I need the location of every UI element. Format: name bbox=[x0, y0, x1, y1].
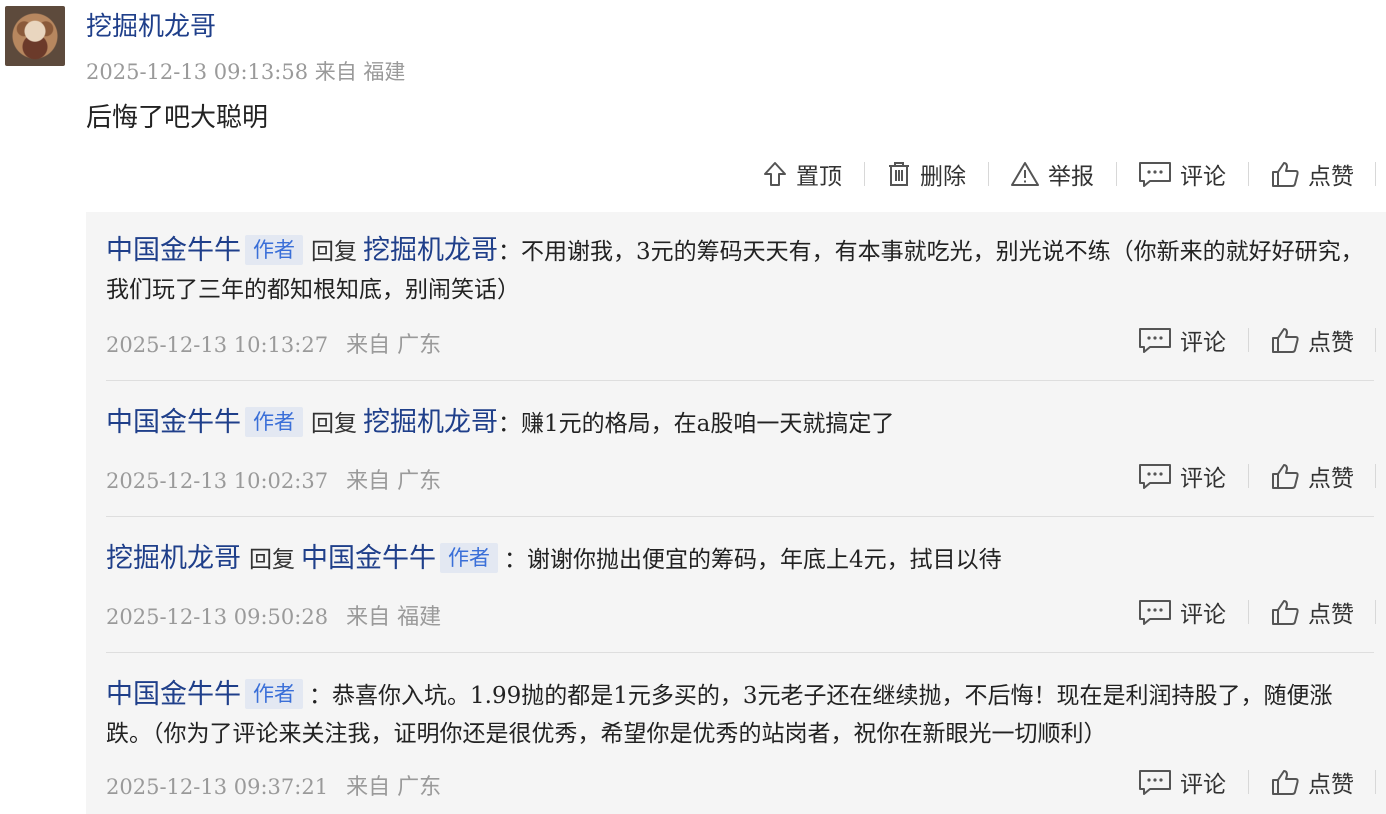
trash-icon bbox=[886, 160, 912, 188]
reply-target-name[interactable]: 挖掘机龙哥 bbox=[363, 235, 498, 266]
pin-label: 置顶 bbox=[796, 164, 842, 190]
pin-button[interactable]: 置顶 bbox=[740, 158, 864, 190]
post-author-name[interactable]: 挖掘机龙哥 bbox=[86, 10, 216, 44]
reply-location: 来自 福建 bbox=[346, 605, 442, 630]
reply-target-name[interactable]: 中国金牛牛 bbox=[301, 543, 436, 574]
reply-like-label: 点赞 bbox=[1308, 466, 1354, 492]
reply-time: 2025-12-13 10:13:27 bbox=[106, 333, 329, 357]
comment-icon bbox=[1138, 768, 1172, 796]
reply-comment-button[interactable]: 评论 bbox=[1116, 460, 1248, 492]
reply-user-name[interactable]: 中国金牛牛 bbox=[106, 679, 241, 710]
comment-button[interactable]: 评论 bbox=[1116, 158, 1248, 190]
thumbs-up-icon bbox=[1270, 598, 1300, 626]
thumbs-up-icon bbox=[1270, 462, 1300, 490]
author-badge: 作者 bbox=[245, 679, 303, 709]
reply-item: 中国金牛牛 作者 回复 挖掘机龙哥：赚1元的格局，在a股咱一天就搞定了 bbox=[106, 404, 1374, 443]
thumbs-up-icon bbox=[1270, 160, 1300, 188]
reply-target-name[interactable]: 挖掘机龙哥 bbox=[363, 407, 498, 438]
author-badge: 作者 bbox=[440, 543, 498, 573]
author-badge: 作者 bbox=[245, 407, 303, 437]
reply-comment-label: 评论 bbox=[1180, 602, 1226, 628]
comment-icon bbox=[1138, 598, 1172, 626]
delete-button[interactable]: 删除 bbox=[864, 158, 988, 190]
thumbs-up-icon bbox=[1270, 768, 1300, 796]
reply-location: 来自 广东 bbox=[346, 333, 442, 358]
reply-text-line: 中国金牛牛 作者 回复 挖掘机龙哥：赚1元的格局，在a股咱一天就搞定了 bbox=[106, 404, 1374, 443]
like-button[interactable]: 点赞 bbox=[1248, 158, 1376, 190]
reply-user-name[interactable]: 中国金牛牛 bbox=[106, 407, 241, 438]
reply-like-button[interactable]: 点赞 bbox=[1248, 766, 1376, 798]
comment-icon bbox=[1138, 462, 1172, 490]
reply-location: 来自 广东 bbox=[346, 469, 442, 494]
reply-actions: 评论 点赞 bbox=[1116, 460, 1376, 492]
reply-actions: 评论 点赞 bbox=[1116, 324, 1376, 356]
reply-meta: 2025-12-13 09:37:21 来自 广东 bbox=[106, 769, 441, 801]
reply-text-line: 挖掘机龙哥 回复 中国金牛牛 作者 ：谢谢你抛出便宜的筹码，年底上4元，拭目以待 bbox=[106, 540, 1374, 579]
reply-item: 中国金牛牛 作者 ：恭喜你入坑。1.99抛的都是1元多买的，3元老子还在继续抛，不后… bbox=[106, 676, 1374, 753]
reply-location: 来自 广东 bbox=[346, 775, 442, 800]
reply-time: 2025-12-13 09:37:21 bbox=[106, 775, 329, 799]
comment-icon bbox=[1138, 160, 1172, 188]
reply-like-button[interactable]: 点赞 bbox=[1248, 324, 1376, 356]
reply-comment-label: 评论 bbox=[1180, 466, 1226, 492]
reply-user-name[interactable]: 中国金牛牛 bbox=[106, 235, 241, 266]
reply-comment-label: 评论 bbox=[1180, 330, 1226, 356]
thumbs-up-icon bbox=[1270, 326, 1300, 354]
reply-meta: 2025-12-13 10:13:27 来自 广东 bbox=[106, 327, 441, 359]
post-content: 后悔了吧大聪明 bbox=[86, 103, 269, 133]
reply-content: ：谢谢你抛出便宜的筹码，年底上4元，拭目以待 bbox=[504, 547, 1002, 573]
divider bbox=[106, 652, 1374, 653]
reply-like-label: 点赞 bbox=[1308, 772, 1354, 798]
warning-icon bbox=[1010, 160, 1040, 188]
reply-meta: 2025-12-13 09:50:28 来自 福建 bbox=[106, 599, 441, 631]
reply-comment-label: 评论 bbox=[1180, 772, 1226, 798]
avatar[interactable] bbox=[5, 6, 65, 66]
reply-content: ：赚1元的格局，在a股咱一天就搞定了 bbox=[498, 411, 895, 437]
reply-verb: 回复 bbox=[249, 547, 295, 573]
divider bbox=[106, 380, 1374, 381]
reply-item: 中国金牛牛 作者 回复 挖掘机龙哥：不用谢我，3元的筹码天天有，有本事就吃光，别光说不… bbox=[106, 232, 1374, 309]
comment-icon bbox=[1138, 326, 1172, 354]
reply-time: 2025-12-13 09:50:28 bbox=[106, 605, 329, 629]
reply-verb: 回复 bbox=[311, 239, 357, 265]
report-button[interactable]: 举报 bbox=[988, 158, 1116, 190]
reply-like-button[interactable]: 点赞 bbox=[1248, 460, 1376, 492]
post-actions: 置顶 删除 举报 评论 点赞 bbox=[740, 156, 1376, 192]
reply-like-label: 点赞 bbox=[1308, 602, 1354, 628]
reply-verb: 回复 bbox=[311, 411, 357, 437]
reply-user-name[interactable]: 挖掘机龙哥 bbox=[106, 543, 241, 574]
reply-comment-button[interactable]: 评论 bbox=[1116, 596, 1248, 628]
replies-panel: 中国金牛牛 作者 回复 挖掘机龙哥：不用谢我，3元的筹码天天有，有本事就吃光，别光说不… bbox=[86, 212, 1386, 814]
reply-time: 2025-12-13 10:02:37 bbox=[106, 469, 329, 493]
like-label: 点赞 bbox=[1308, 164, 1354, 190]
reply-actions: 评论 点赞 bbox=[1116, 596, 1376, 628]
delete-label: 删除 bbox=[920, 164, 966, 190]
reply-text-line: 中国金牛牛 作者 ：恭喜你入坑。1.99抛的都是1元多买的，3元老子还在继续抛，不后… bbox=[106, 676, 1374, 753]
author-badge: 作者 bbox=[245, 235, 303, 265]
reply-text-line: 中国金牛牛 作者 回复 挖掘机龙哥：不用谢我，3元的筹码天天有，有本事就吃光，别光说不… bbox=[106, 232, 1374, 309]
reply-like-button[interactable]: 点赞 bbox=[1248, 596, 1376, 628]
reply-like-label: 点赞 bbox=[1308, 330, 1354, 356]
report-label: 举报 bbox=[1048, 164, 1094, 190]
reply-comment-button[interactable]: 评论 bbox=[1116, 766, 1248, 798]
post-meta: 2025-12-13 09:13:58 来自 福建 bbox=[86, 60, 406, 84]
reply-actions: 评论 点赞 bbox=[1116, 766, 1376, 798]
reply-item: 挖掘机龙哥 回复 中国金牛牛 作者 ：谢谢你抛出便宜的筹码，年底上4元，拭目以待 bbox=[106, 540, 1374, 579]
reply-meta: 2025-12-13 10:02:37 来自 广东 bbox=[106, 463, 441, 495]
divider bbox=[106, 516, 1374, 517]
pin-top-icon bbox=[762, 160, 788, 188]
comment-label: 评论 bbox=[1180, 164, 1226, 190]
reply-comment-button[interactable]: 评论 bbox=[1116, 324, 1248, 356]
